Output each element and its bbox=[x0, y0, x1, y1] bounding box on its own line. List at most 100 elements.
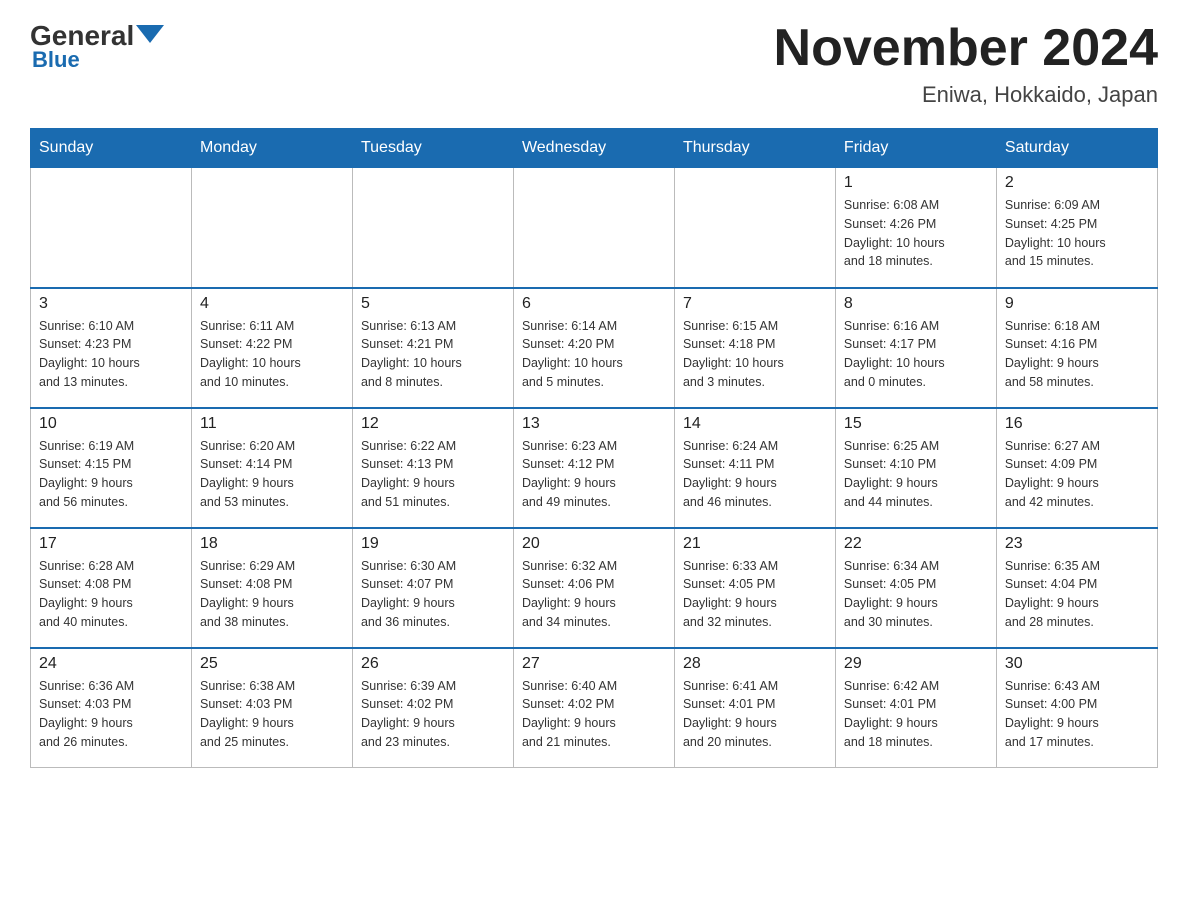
day-number: 3 bbox=[39, 295, 183, 313]
day-info: Sunrise: 6:27 AM Sunset: 4:09 PM Dayligh… bbox=[1005, 437, 1149, 512]
day-info: Sunrise: 6:40 AM Sunset: 4:02 PM Dayligh… bbox=[522, 677, 666, 752]
day-info: Sunrise: 6:39 AM Sunset: 4:02 PM Dayligh… bbox=[361, 677, 505, 752]
location-title: Eniwa, Hokkaido, Japan bbox=[774, 82, 1158, 108]
day-info: Sunrise: 6:38 AM Sunset: 4:03 PM Dayligh… bbox=[200, 677, 344, 752]
day-number: 9 bbox=[1005, 295, 1149, 313]
calendar-cell: 22 Sunrise: 6:34 AM Sunset: 4:05 PM Dayli… bbox=[835, 528, 996, 648]
calendar-cell: 17 Sunrise: 6:28 AM Sunset: 4:08 PM Dayli… bbox=[31, 528, 192, 648]
day-info: Sunrise: 6:34 AM Sunset: 4:05 PM Dayligh… bbox=[844, 557, 988, 632]
calendar-cell bbox=[31, 168, 192, 288]
day-info: Sunrise: 6:42 AM Sunset: 4:01 PM Dayligh… bbox=[844, 677, 988, 752]
calendar-cell: 8 Sunrise: 6:16 AM Sunset: 4:17 PM Daylig… bbox=[835, 288, 996, 408]
day-number: 1 bbox=[844, 174, 988, 192]
day-info: Sunrise: 6:18 AM Sunset: 4:16 PM Dayligh… bbox=[1005, 317, 1149, 392]
day-number: 6 bbox=[522, 295, 666, 313]
calendar-cell: 29Sunrise: 6:42 AM Sunset: 4:01 PM Dayli… bbox=[835, 648, 996, 768]
calendar-week-row: 3 Sunrise: 6:10 AM Sunset: 4:23 PM Daylig… bbox=[31, 288, 1158, 408]
day-info: Sunrise: 6:08 AM Sunset: 4:26 PM Dayligh… bbox=[844, 196, 988, 271]
day-number: 19 bbox=[361, 535, 505, 553]
calendar-header-monday: Monday bbox=[191, 129, 352, 168]
calendar-cell: 21 Sunrise: 6:33 AM Sunset: 4:05 PM Dayli… bbox=[674, 528, 835, 648]
day-number: 15 bbox=[844, 415, 988, 433]
calendar-week-row: 17 Sunrise: 6:28 AM Sunset: 4:08 PM Dayli… bbox=[31, 528, 1158, 648]
day-number: 12 bbox=[361, 415, 505, 433]
calendar-header-sunday: Sunday bbox=[31, 129, 192, 168]
calendar-cell: 23Sunrise: 6:35 AM Sunset: 4:04 PM Dayli… bbox=[996, 528, 1157, 648]
calendar-week-row: 1 Sunrise: 6:08 AM Sunset: 4:26 PM Daylig… bbox=[31, 168, 1158, 288]
day-info: Sunrise: 6:19 AM Sunset: 4:15 PM Dayligh… bbox=[39, 437, 183, 512]
day-number: 28 bbox=[683, 655, 827, 673]
calendar-header-wednesday: Wednesday bbox=[513, 129, 674, 168]
calendar-cell: 26 Sunrise: 6:39 AM Sunset: 4:02 PM Dayli… bbox=[352, 648, 513, 768]
day-info: Sunrise: 6:36 AM Sunset: 4:03 PM Dayligh… bbox=[39, 677, 183, 752]
day-number: 10 bbox=[39, 415, 183, 433]
calendar-cell: 30 Sunrise: 6:43 AM Sunset: 4:00 PM Dayli… bbox=[996, 648, 1157, 768]
day-info: Sunrise: 6:09 AM Sunset: 4:25 PM Dayligh… bbox=[1005, 196, 1149, 271]
calendar-cell: 3 Sunrise: 6:10 AM Sunset: 4:23 PM Daylig… bbox=[31, 288, 192, 408]
logo-blue: Blue bbox=[30, 47, 80, 73]
calendar-cell: 18 Sunrise: 6:29 AM Sunset: 4:08 PM Dayli… bbox=[191, 528, 352, 648]
day-info: Sunrise: 6:14 AM Sunset: 4:20 PM Dayligh… bbox=[522, 317, 666, 392]
day-info: Sunrise: 6:13 AM Sunset: 4:21 PM Dayligh… bbox=[361, 317, 505, 392]
calendar-header-tuesday: Tuesday bbox=[352, 129, 513, 168]
day-info: Sunrise: 6:22 AM Sunset: 4:13 PM Dayligh… bbox=[361, 437, 505, 512]
day-info: Sunrise: 6:15 AM Sunset: 4:18 PM Dayligh… bbox=[683, 317, 827, 392]
day-number: 26 bbox=[361, 655, 505, 673]
page-header: General Blue November 2024 Eniwa, Hokkai… bbox=[30, 20, 1158, 108]
day-number: 4 bbox=[200, 295, 344, 313]
calendar-cell: 5 Sunrise: 6:13 AM Sunset: 4:21 PM Daylig… bbox=[352, 288, 513, 408]
calendar-week-row: 24 Sunrise: 6:36 AM Sunset: 4:03 PM Dayli… bbox=[31, 648, 1158, 768]
calendar-header-friday: Friday bbox=[835, 129, 996, 168]
calendar-cell: 10 Sunrise: 6:19 AM Sunset: 4:15 PM Dayli… bbox=[31, 408, 192, 528]
calendar-header-thursday: Thursday bbox=[674, 129, 835, 168]
calendar-cell: 12 Sunrise: 6:22 AM Sunset: 4:13 PM Dayli… bbox=[352, 408, 513, 528]
title-section: November 2024 Eniwa, Hokkaido, Japan bbox=[774, 20, 1158, 108]
calendar-cell: 11Sunrise: 6:20 AM Sunset: 4:14 PM Dayli… bbox=[191, 408, 352, 528]
calendar-cell bbox=[674, 168, 835, 288]
day-info: Sunrise: 6:11 AM Sunset: 4:22 PM Dayligh… bbox=[200, 317, 344, 392]
calendar-cell: 13 Sunrise: 6:23 AM Sunset: 4:12 PM Dayli… bbox=[513, 408, 674, 528]
day-number: 14 bbox=[683, 415, 827, 433]
day-number: 24 bbox=[39, 655, 183, 673]
calendar-cell: 19Sunrise: 6:30 AM Sunset: 4:07 PM Dayli… bbox=[352, 528, 513, 648]
calendar-cell: 25Sunrise: 6:38 AM Sunset: 4:03 PM Dayli… bbox=[191, 648, 352, 768]
calendar-cell: 16 Sunrise: 6:27 AM Sunset: 4:09 PM Dayli… bbox=[996, 408, 1157, 528]
day-number: 20 bbox=[522, 535, 666, 553]
day-info: Sunrise: 6:32 AM Sunset: 4:06 PM Dayligh… bbox=[522, 557, 666, 632]
day-number: 11 bbox=[200, 415, 344, 433]
day-info: Sunrise: 6:33 AM Sunset: 4:05 PM Dayligh… bbox=[683, 557, 827, 632]
day-number: 17 bbox=[39, 535, 183, 553]
calendar-cell: 20 Sunrise: 6:32 AM Sunset: 4:06 PM Dayli… bbox=[513, 528, 674, 648]
calendar-cell: 28 Sunrise: 6:41 AM Sunset: 4:01 PM Dayli… bbox=[674, 648, 835, 768]
day-number: 8 bbox=[844, 295, 988, 313]
calendar-header-row: SundayMondayTuesdayWednesdayThursdayFrid… bbox=[31, 129, 1158, 168]
day-info: Sunrise: 6:43 AM Sunset: 4:00 PM Dayligh… bbox=[1005, 677, 1149, 752]
calendar-table: SundayMondayTuesdayWednesdayThursdayFrid… bbox=[30, 128, 1158, 768]
day-info: Sunrise: 6:41 AM Sunset: 4:01 PM Dayligh… bbox=[683, 677, 827, 752]
day-number: 22 bbox=[844, 535, 988, 553]
day-number: 5 bbox=[361, 295, 505, 313]
month-title: November 2024 bbox=[774, 20, 1158, 77]
day-number: 13 bbox=[522, 415, 666, 433]
day-info: Sunrise: 6:29 AM Sunset: 4:08 PM Dayligh… bbox=[200, 557, 344, 632]
day-info: Sunrise: 6:23 AM Sunset: 4:12 PM Dayligh… bbox=[522, 437, 666, 512]
calendar-cell: 24 Sunrise: 6:36 AM Sunset: 4:03 PM Dayli… bbox=[31, 648, 192, 768]
calendar-cell: 7 Sunrise: 6:15 AM Sunset: 4:18 PM Daylig… bbox=[674, 288, 835, 408]
day-info: Sunrise: 6:16 AM Sunset: 4:17 PM Dayligh… bbox=[844, 317, 988, 392]
day-number: 21 bbox=[683, 535, 827, 553]
day-number: 27 bbox=[522, 655, 666, 673]
logo-triangle-icon bbox=[136, 25, 164, 43]
calendar-cell bbox=[352, 168, 513, 288]
day-number: 30 bbox=[1005, 655, 1149, 673]
calendar-cell bbox=[513, 168, 674, 288]
logo: General Blue bbox=[30, 20, 164, 73]
day-info: Sunrise: 6:28 AM Sunset: 4:08 PM Dayligh… bbox=[39, 557, 183, 632]
day-number: 2 bbox=[1005, 174, 1149, 192]
day-number: 7 bbox=[683, 295, 827, 313]
day-number: 16 bbox=[1005, 415, 1149, 433]
calendar-cell: 9 Sunrise: 6:18 AM Sunset: 4:16 PM Daylig… bbox=[996, 288, 1157, 408]
day-number: 18 bbox=[200, 535, 344, 553]
calendar-cell: 4 Sunrise: 6:11 AM Sunset: 4:22 PM Daylig… bbox=[191, 288, 352, 408]
day-info: Sunrise: 6:10 AM Sunset: 4:23 PM Dayligh… bbox=[39, 317, 183, 392]
calendar-cell: 2 Sunrise: 6:09 AM Sunset: 4:25 PM Daylig… bbox=[996, 168, 1157, 288]
